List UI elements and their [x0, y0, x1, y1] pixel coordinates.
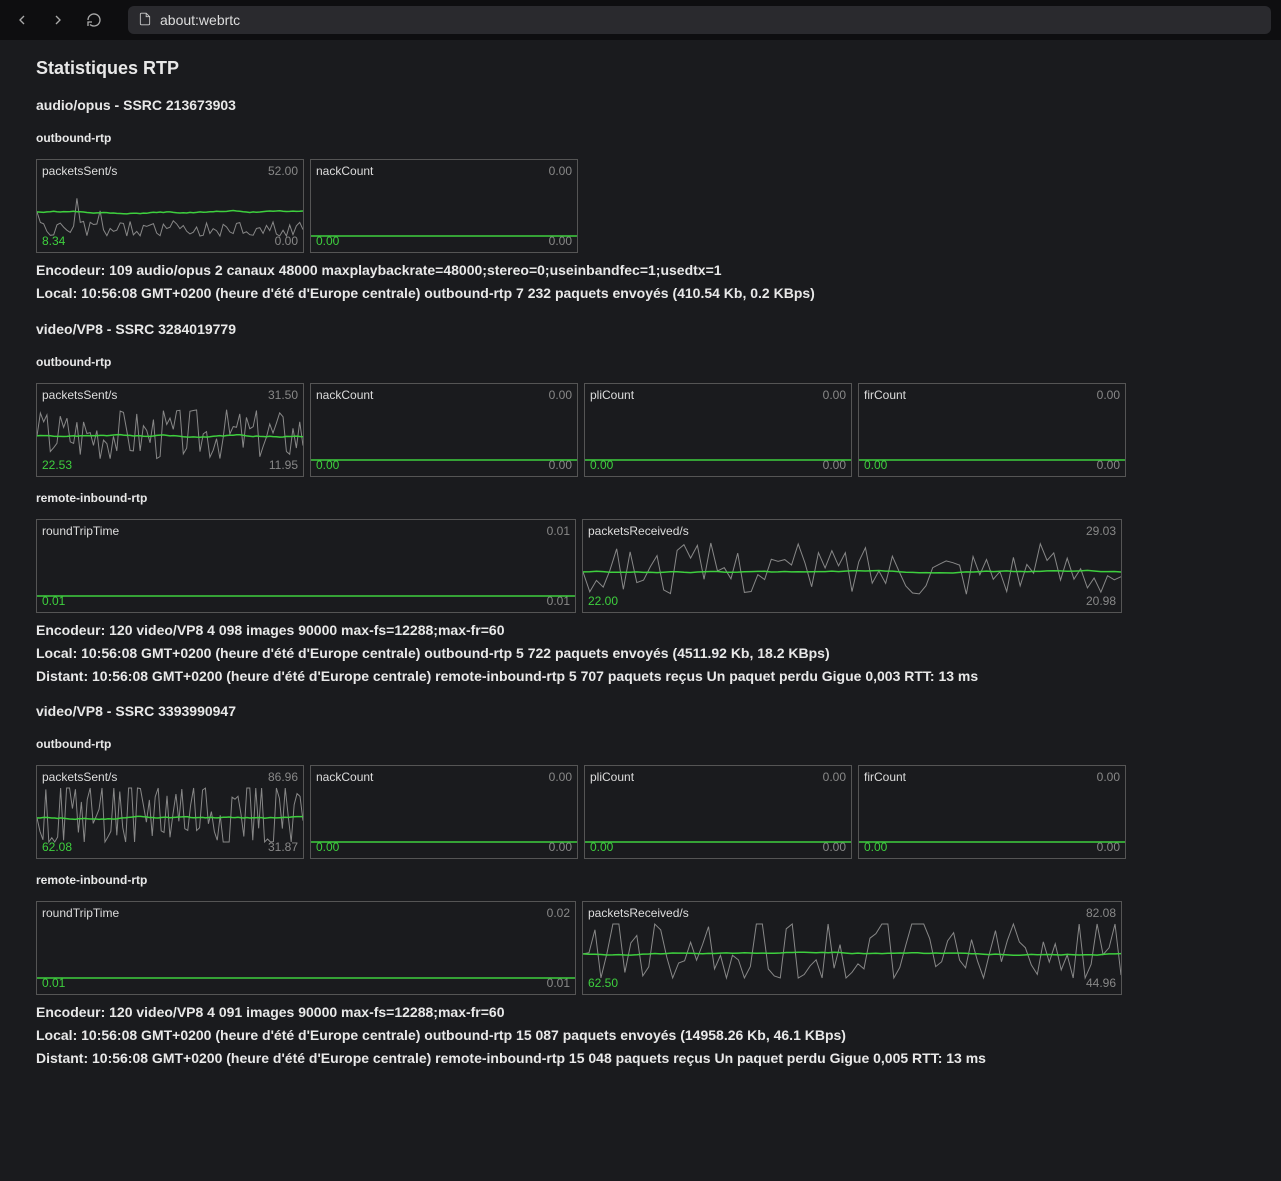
page-content: Statistiques RTP audio/opus - SSRC 21367…: [0, 40, 1281, 1088]
chart-name: nackCount: [316, 164, 373, 178]
chart-name: pliCount: [590, 388, 634, 402]
chart-nackcount: nackCount 0.00 0.00 0.00: [310, 159, 578, 253]
chart-max: 0.02: [547, 906, 570, 920]
chart-name: packetsSent/s: [42, 388, 117, 402]
chart-max: 31.50: [268, 388, 298, 402]
chart-name: firCount: [864, 770, 906, 784]
chart-name: packetsSent/s: [42, 164, 117, 178]
chart-packetsreceived-s: packetsReceived/s 29.03 22.00 20.98: [582, 519, 1122, 613]
url-text: about:webrtc: [160, 12, 240, 28]
chart-row: packetsSent/s 52.00 8.34 0.00 nackCount …: [36, 159, 1245, 253]
back-button[interactable]: [10, 8, 34, 32]
chart-max: 0.00: [549, 770, 572, 784]
info-line: Distant: 10:56:08 GMT+0200 (heure d'été …: [36, 667, 1245, 686]
chart-packetssent-s: packetsSent/s 86.96 62.08 31.87: [36, 765, 304, 859]
info-line: Encodeur: 120 video/VP8 4 091 images 900…: [36, 1003, 1245, 1022]
ssrc-header: audio/opus - SSRC 213673903: [36, 97, 1245, 113]
chart-max: 82.08: [1086, 906, 1116, 920]
chart-max: 29.03: [1086, 524, 1116, 538]
chart-roundtriptime: roundTripTime 0.02 0.01 0.01: [36, 901, 576, 995]
browser-toolbar: about:webrtc: [0, 0, 1281, 40]
group-title: remote-inbound-rtp: [36, 873, 1245, 887]
info-line: Local: 10:56:08 GMT+0200 (heure d'été d'…: [36, 284, 1245, 303]
chart-name: roundTripTime: [42, 524, 119, 538]
chart-fircount: firCount 0.00 0.00 0.00: [858, 383, 1126, 477]
info-line: Encodeur: 120 video/VP8 4 098 images 900…: [36, 621, 1245, 640]
chart-fircount: firCount 0.00 0.00 0.00: [858, 765, 1126, 859]
chart-name: nackCount: [316, 770, 373, 784]
chart-roundtriptime: roundTripTime 0.01 0.01 0.01: [36, 519, 576, 613]
chart-max: 52.00: [268, 164, 298, 178]
group-title: remote-inbound-rtp: [36, 491, 1245, 505]
chart-packetssent-s: packetsSent/s 52.00 8.34 0.00: [36, 159, 304, 253]
chart-row: packetsSent/s 31.50 22.53 11.95 nackCoun…: [36, 383, 1245, 477]
chart-nackcount: nackCount 0.00 0.00 0.00: [310, 383, 578, 477]
chart-name: packetsReceived/s: [588, 524, 689, 538]
chart-name: roundTripTime: [42, 906, 119, 920]
forward-button[interactable]: [46, 8, 70, 32]
chart-name: packetsReceived/s: [588, 906, 689, 920]
info-line: Local: 10:56:08 GMT+0200 (heure d'été d'…: [36, 1026, 1245, 1045]
group-title: outbound-rtp: [36, 355, 1245, 369]
chart-name: nackCount: [316, 388, 373, 402]
chart-max: 0.00: [549, 388, 572, 402]
chart-max: 0.00: [1097, 770, 1120, 784]
info-line: Distant: 10:56:08 GMT+0200 (heure d'été …: [36, 1049, 1245, 1068]
chart-plicount: pliCount 0.00 0.00 0.00: [584, 383, 852, 477]
chart-row: roundTripTime 0.02 0.01 0.01 packetsRece…: [36, 901, 1245, 995]
url-bar[interactable]: about:webrtc: [128, 6, 1271, 34]
chart-packetssent-s: packetsSent/s 31.50 22.53 11.95: [36, 383, 304, 477]
ssrc-header: video/VP8 - SSRC 3393990947: [36, 703, 1245, 719]
chart-max: 0.00: [823, 388, 846, 402]
info-line: Local: 10:56:08 GMT+0200 (heure d'été d'…: [36, 644, 1245, 663]
chart-packetsreceived-s: packetsReceived/s 82.08 62.50 44.96: [582, 901, 1122, 995]
chart-max: 0.00: [823, 770, 846, 784]
chart-max: 0.00: [1097, 388, 1120, 402]
chart-max: 86.96: [268, 770, 298, 784]
chart-max: 0.01: [547, 524, 570, 538]
page-icon: [138, 12, 152, 29]
group-title: outbound-rtp: [36, 737, 1245, 751]
chart-name: packetsSent/s: [42, 770, 117, 784]
page-title: Statistiques RTP: [36, 58, 1245, 79]
chart-row: roundTripTime 0.01 0.01 0.01 packetsRece…: [36, 519, 1245, 613]
chart-plicount: pliCount 0.00 0.00 0.00: [584, 765, 852, 859]
chart-nackcount: nackCount 0.00 0.00 0.00: [310, 765, 578, 859]
chart-max: 0.00: [549, 164, 572, 178]
ssrc-header: video/VP8 - SSRC 3284019779: [36, 321, 1245, 337]
reload-button[interactable]: [82, 8, 106, 32]
group-title: outbound-rtp: [36, 131, 1245, 145]
chart-name: firCount: [864, 388, 906, 402]
chart-name: pliCount: [590, 770, 634, 784]
chart-row: packetsSent/s 86.96 62.08 31.87 nackCoun…: [36, 765, 1245, 859]
info-line: Encodeur: 109 audio/opus 2 canaux 48000 …: [36, 261, 1245, 280]
